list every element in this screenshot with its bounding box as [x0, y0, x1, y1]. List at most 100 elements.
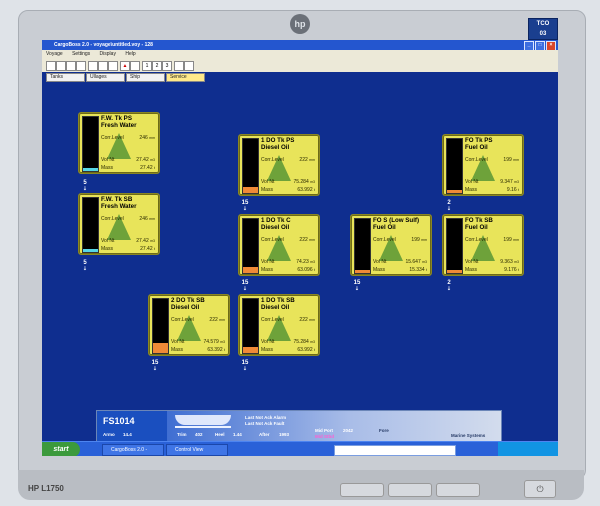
- save-icon[interactable]: [66, 61, 76, 71]
- vessel-id: FS1014: [103, 416, 135, 426]
- corr-level-label: Corr.Level: [171, 317, 194, 323]
- trim-label: Trim: [177, 432, 187, 437]
- tank-panel[interactable]: 1 DO Tk SB Diesel Oil Corr.Level 222 mm …: [238, 294, 320, 356]
- down-arrow-icon: ⇣: [82, 186, 88, 192]
- monitor-button[interactable]: [340, 483, 384, 497]
- tank-panel[interactable]: FO S (Low Sulf) Fuel Oil Corr.Level 199 …: [350, 214, 432, 276]
- tank-fill-level: [243, 266, 258, 273]
- corr-level-label: Corr.Level: [465, 237, 488, 243]
- taskbar-item-cargoboss[interactable]: CargoBoss 2.0 - voya...: [102, 444, 164, 456]
- tank-number: 2 ⇣: [440, 280, 458, 292]
- power-button[interactable]: ⏻: [524, 480, 556, 498]
- mass-value: 9.176 t: [504, 267, 519, 273]
- sound-icon[interactable]: [174, 61, 184, 71]
- mass-label: Mass: [465, 267, 477, 273]
- tank-panel[interactable]: F.W. Tk PS Fresh Water Corr.Level 246 mm…: [78, 112, 160, 174]
- tank-icon[interactable]: [98, 61, 108, 71]
- heel-label: Heel: [215, 432, 225, 437]
- alarm-icon[interactable]: ▲: [120, 61, 130, 71]
- mass-value: 15.334 t: [409, 267, 427, 273]
- tab-ship[interactable]: Ship: [126, 73, 165, 82]
- tab-ullages[interactable]: Ullages: [86, 73, 125, 82]
- menu-settings[interactable]: Settings: [72, 51, 90, 57]
- view-1-button[interactable]: 1: [142, 61, 152, 71]
- mid-port-label: Mid Port: [315, 428, 333, 433]
- tab-tanks[interactable]: Tanks: [46, 73, 85, 82]
- corr-level-value: 222 mm: [299, 157, 315, 163]
- vol-value: 9.363 m3: [500, 259, 519, 265]
- tank-fill-level: [447, 270, 462, 273]
- tank-panel[interactable]: F.W. Tk SB Fresh Water Corr.Level 246 mm…: [78, 193, 160, 255]
- tank-panel[interactable]: FO Tk SB Fuel Oil Corr.Level 199 mm Vol …: [442, 214, 524, 276]
- screen: CargoBoss 2.0 - voyage\untitled.voy - 12…: [42, 40, 558, 456]
- search-box[interactable]: [334, 445, 456, 456]
- alarm-text[interactable]: Last Not Ack Alarm: [245, 415, 286, 420]
- system-tray: [498, 442, 558, 456]
- tank-name: 2 DO Tk SB: [171, 297, 205, 304]
- tank-panel[interactable]: FO Tk PS Fuel Oil Corr.Level 199 mm Vol …: [442, 134, 524, 196]
- tank-panel[interactable]: 2 DO Tk SB Diesel Oil Corr.Level 222 mm …: [148, 294, 230, 356]
- settings-icon[interactable]: [130, 61, 140, 71]
- tank-product: Fuel Oil: [465, 224, 488, 231]
- open-icon[interactable]: [56, 61, 66, 71]
- tank-name: F.W. Tk SB: [101, 196, 133, 203]
- vol-value: 75.284 m3: [293, 339, 315, 345]
- tank-number: 15 ⇣: [348, 280, 366, 292]
- corr-level-label: Corr.Level: [261, 237, 284, 243]
- tank-fill-level: [447, 190, 462, 193]
- edit-icon[interactable]: [108, 61, 118, 71]
- view-3-button[interactable]: 3: [162, 61, 172, 71]
- tank-panel[interactable]: 1 DO Tk C Diesel Oil Corr.Level 222 mm V…: [238, 214, 320, 276]
- ship-waterline: [175, 426, 231, 428]
- corr-level-label: Corr.Level: [101, 216, 124, 222]
- print-icon[interactable]: [76, 61, 86, 71]
- vol-label: Vol Nt: [101, 157, 115, 163]
- corr-level-value: 222 mm: [209, 317, 225, 323]
- new-icon[interactable]: [46, 61, 56, 71]
- tank-gauge: [82, 116, 99, 172]
- mass-value: 27.42 t: [140, 165, 155, 171]
- monitor-model: HP L1750: [28, 484, 64, 493]
- tab-service[interactable]: Service: [166, 73, 205, 82]
- mass-label: Mass: [261, 187, 273, 193]
- trim-value: 402: [195, 432, 203, 437]
- view-2-button[interactable]: 2: [152, 61, 162, 71]
- mass-value: 63.392 t: [207, 347, 225, 353]
- menu-help[interactable]: Help: [125, 51, 135, 57]
- monitor-button[interactable]: [388, 483, 432, 497]
- ship-icon[interactable]: [88, 61, 98, 71]
- vol-label: Vol Nt: [465, 179, 479, 185]
- fault-text[interactable]: Last Not Ack Fault: [245, 421, 284, 426]
- tank-product: Fresh Water: [101, 122, 137, 129]
- corr-level-label: Corr.Level: [261, 317, 284, 323]
- corr-level-value: 246 mm: [139, 135, 155, 141]
- vol-label: Vol Nt: [101, 238, 115, 244]
- mass-label: Mass: [373, 267, 385, 273]
- tank-name: F.W. Tk PS: [101, 115, 132, 122]
- corr-level-label: Corr.Level: [101, 135, 124, 141]
- corr-level-label: Corr.Level: [373, 237, 396, 243]
- start-button[interactable]: start: [42, 442, 80, 456]
- tank-gauge: [242, 298, 259, 354]
- monitor-bottom-bezel: [18, 470, 584, 500]
- down-arrow-icon: ⇣: [242, 206, 248, 212]
- tank-panel[interactable]: 1 DO Tk PS Diesel Oil Corr.Level 222 mm …: [238, 134, 320, 196]
- vol-label: Vol Nt: [261, 259, 275, 265]
- taskbar: start CargoBoss 2.0 - voya... Control Vi…: [42, 441, 558, 456]
- monitor-button[interactable]: [436, 483, 480, 497]
- tank-fill-level: [153, 343, 168, 353]
- mass-label: Mass: [171, 347, 183, 353]
- status-panel: FS1014 Armo 14.4 Trim 402 Heel 1.44 Last…: [96, 410, 502, 442]
- menu-display[interactable]: Display: [100, 51, 116, 57]
- window-title: CargoBoss 2.0 - voyage\untitled.voy - 12…: [54, 42, 153, 48]
- vol-value: 27.42 m3: [136, 157, 155, 163]
- vol-label: Vol Nt: [465, 259, 479, 265]
- tank-fill-level: [355, 270, 370, 273]
- heel-value: 1.44: [233, 432, 242, 437]
- help-icon[interactable]: [184, 61, 194, 71]
- tank-number: 5 ⇣: [76, 180, 94, 192]
- down-arrow-icon: ⇣: [446, 206, 452, 212]
- taskbar-item-control-view[interactable]: Control View: [166, 444, 228, 456]
- ship-silhouette-icon: [175, 415, 231, 425]
- menu-voyage[interactable]: Voyage: [46, 51, 63, 57]
